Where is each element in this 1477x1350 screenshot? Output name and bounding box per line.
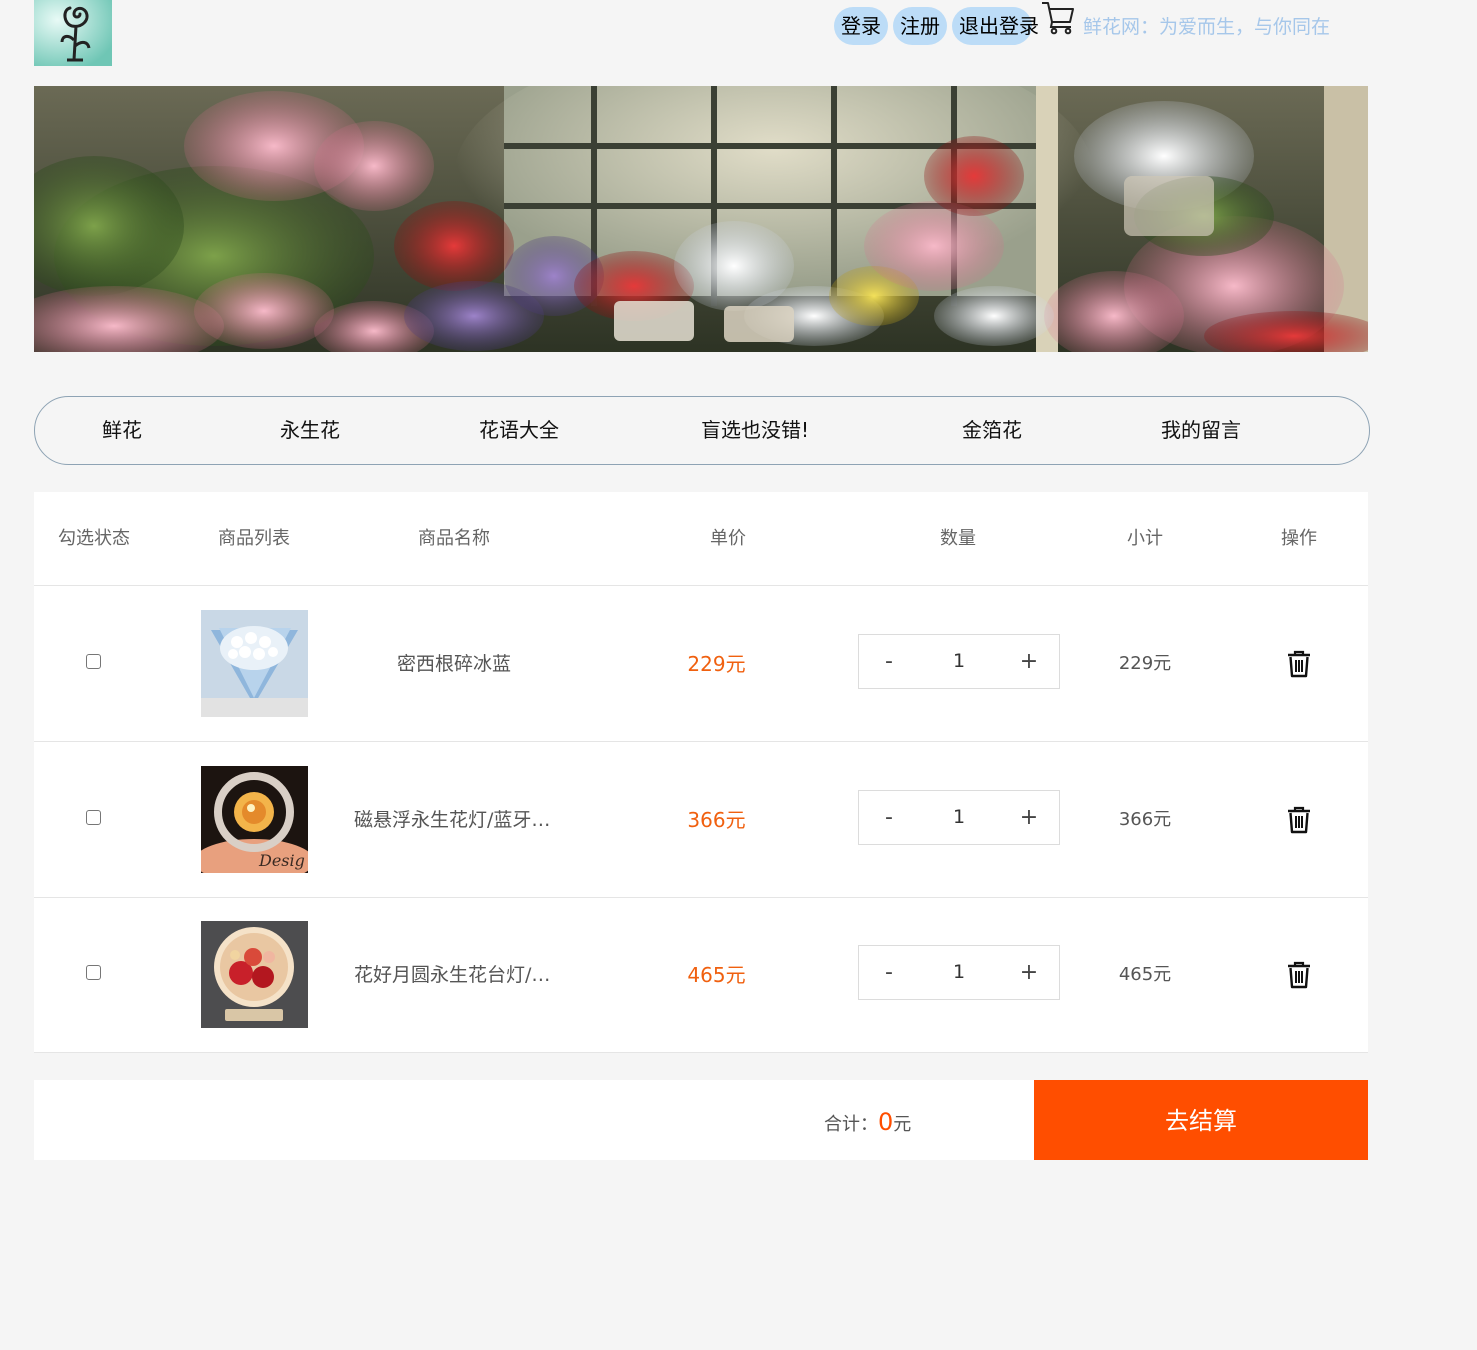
row-subtotal: 465元 <box>1118 964 1172 985</box>
main-nav: 鲜花 永生花 花语大全 盲选也没错! 金箔花 我的留言 <box>34 396 1370 465</box>
nav-item-my-messages[interactable]: 我的留言 <box>1161 397 1241 464</box>
unit-price: 366元 <box>687 808 746 832</box>
quantity-stepper: - 1 + <box>858 790 1060 845</box>
product-thumbnail[interactable]: Desig <box>201 766 308 873</box>
trash-icon[interactable] <box>1286 961 1312 989</box>
row-checkbox[interactable] <box>86 810 101 825</box>
product-thumbnail[interactable] <box>201 610 308 717</box>
trash-icon[interactable] <box>1286 650 1312 678</box>
product-name: 磁悬浮永生花灯/蓝牙音箱 <box>354 809 554 831</box>
decrease-quantity-button[interactable]: - <box>859 946 919 999</box>
site-slogan: 鲜花网：为爱而生，与你同在 <box>1083 16 1331 38</box>
cart-summary-bar: 合计：0元 去结算 <box>34 1080 1368 1160</box>
moon-flower-lamp-image <box>201 921 308 1028</box>
product-thumbnail[interactable] <box>201 921 308 1028</box>
increase-quantity-button[interactable]: + <box>999 635 1059 688</box>
flower-shop-banner <box>34 86 1368 352</box>
nav-item-preserved-flowers[interactable]: 永生花 <box>280 397 340 464</box>
row-checkbox[interactable] <box>86 965 101 980</box>
table-row: 花好月圆永生花台灯/夜灯 465元 - 1 + 465元 <box>34 897 1368 1053</box>
increase-quantity-button[interactable]: + <box>999 946 1059 999</box>
site-header: 登录 注册 退出登录 鲜花网：为爱而生，与你同在 <box>0 0 1477 70</box>
table-row: Desig 磁悬浮永生花灯/蓝牙音箱 366元 - 1 + 366元 <box>34 742 1368 898</box>
total-value: 0 <box>878 1108 894 1136</box>
site-logo[interactable] <box>34 0 112 66</box>
quantity-stepper: - 1 + <box>858 945 1060 1000</box>
table-row: 密西根碎冰蓝 229元 - 1 + 229元 <box>34 586 1368 742</box>
rose-logo-icon <box>34 0 112 66</box>
product-name: 密西根碎冰蓝 <box>396 653 511 675</box>
svg-text:Desig: Desig <box>258 851 305 870</box>
nav-item-gold-foil-flowers[interactable]: 金箔花 <box>962 397 1022 464</box>
flower-banner-image <box>34 86 1368 352</box>
register-button[interactable]: 注册 <box>893 7 947 45</box>
nav-item-blind-pick[interactable]: 盲选也没错! <box>701 397 809 464</box>
row-subtotal: 366元 <box>1118 809 1172 830</box>
column-header-quantity: 数量 <box>940 528 976 549</box>
total-price: 合计：0元 <box>824 1080 911 1160</box>
column-header-actions: 操作 <box>1281 528 1317 549</box>
logout-button[interactable]: 退出登录 <box>952 7 1039 45</box>
total-unit: 元 <box>893 1114 912 1135</box>
cart-icon[interactable] <box>1040 0 1076 36</box>
nav-item-flower-language[interactable]: 花语大全 <box>479 397 559 464</box>
quantity-value[interactable]: 1 <box>919 635 999 688</box>
product-name: 花好月圆永生花台灯/夜灯 <box>354 964 554 986</box>
unit-price: 229元 <box>687 652 746 676</box>
row-checkbox[interactable] <box>86 654 101 669</box>
decrease-quantity-button[interactable]: - <box>859 635 919 688</box>
column-header-subtotal: 小计 <box>1127 528 1163 549</box>
total-label: 合计： <box>824 1114 878 1135</box>
decrease-quantity-button[interactable]: - <box>859 791 919 844</box>
cart-table: 勾选状态 商品列表 商品名称 单价 数量 小计 操作 密西根碎冰蓝 229元 -… <box>34 492 1368 1053</box>
quantity-value[interactable]: 1 <box>919 946 999 999</box>
increase-quantity-button[interactable]: + <box>999 791 1059 844</box>
row-subtotal: 229元 <box>1118 653 1172 674</box>
column-header-unit-price: 单价 <box>710 528 746 549</box>
quantity-stepper: - 1 + <box>858 634 1060 689</box>
login-button[interactable]: 登录 <box>834 7 888 45</box>
column-header-product-list: 商品列表 <box>218 528 290 549</box>
levitating-flower-lamp-image: Desig <box>201 766 308 873</box>
quantity-value[interactable]: 1 <box>919 791 999 844</box>
unit-price: 465元 <box>687 963 746 987</box>
nav-item-fresh-flowers[interactable]: 鲜花 <box>102 397 142 464</box>
column-header-product-name: 商品名称 <box>418 528 490 549</box>
trash-icon[interactable] <box>1286 806 1312 834</box>
blue-bouquet-image <box>201 610 308 717</box>
column-header-select: 勾选状态 <box>58 528 130 549</box>
checkout-button[interactable]: 去结算 <box>1034 1080 1368 1160</box>
